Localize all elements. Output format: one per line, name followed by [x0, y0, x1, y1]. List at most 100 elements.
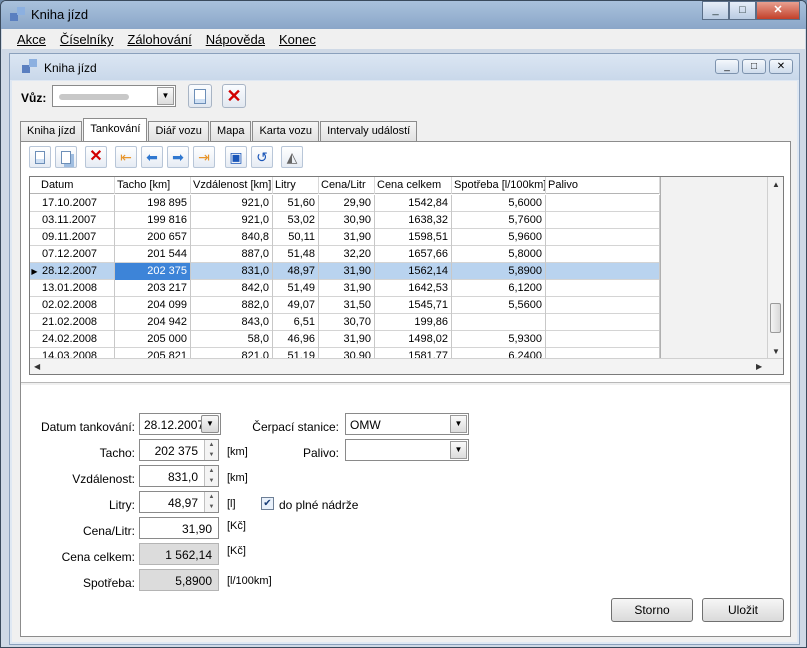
child-restore-button[interactable]: □: [742, 59, 766, 74]
table-cell[interactable]: 31,90: [319, 331, 375, 348]
table-cell[interactable]: 5,6000: [452, 195, 546, 212]
table-cell[interactable]: 201 544: [115, 246, 191, 263]
tab-mapa[interactable]: Mapa: [209, 121, 252, 142]
chevron-down-icon[interactable]: ▼: [450, 415, 467, 433]
table-cell[interactable]: 21.02.2008: [39, 314, 115, 331]
cena-litr-field[interactable]: 31,90: [139, 517, 219, 539]
tab-tankovani[interactable]: Tankování: [83, 118, 148, 142]
table-row[interactable]: 24.02.2008 205 000 58,0 46,96 31,90 1498,02 5,…: [30, 331, 660, 348]
table-cell[interactable]: 843,0: [191, 314, 273, 331]
col-tacho[interactable]: Tacho [km]: [115, 177, 191, 194]
table-cell[interactable]: 1657,66: [375, 246, 452, 263]
prev-record-button[interactable]: ⬅: [141, 146, 163, 168]
copy-record-button[interactable]: [55, 146, 77, 168]
child-minimize-button[interactable]: _: [715, 59, 739, 74]
tacho-spinner[interactable]: ▲ ▼: [204, 440, 218, 460]
table-cell[interactable]: [546, 246, 660, 263]
table-row[interactable]: 09.11.2007 200 657 840,8 50,11 31,90 1598,51 5…: [30, 229, 660, 246]
col-vzdalenost[interactable]: Vzdálenost [km]: [191, 177, 273, 194]
table-cell[interactable]: 203 217: [115, 280, 191, 297]
menu-ciselniky[interactable]: Číselníky: [53, 29, 120, 49]
table-cell[interactable]: 1638,32: [375, 212, 452, 229]
litry-spinner[interactable]: ▲ ▼: [204, 492, 218, 512]
scroll-right-icon[interactable]: ▶: [756, 362, 762, 371]
table-cell[interactable]: 30,70: [319, 314, 375, 331]
table-cell[interactable]: 204 942: [115, 314, 191, 331]
table-row[interactable]: 21.02.2008 204 942 843,0 6,51 30,70 199,86: [30, 314, 660, 331]
first-record-button[interactable]: ⇤: [115, 146, 137, 168]
calendar-dropdown-icon[interactable]: ▼: [201, 415, 219, 433]
table-cell[interactable]: [546, 229, 660, 246]
table-cell[interactable]: 1642,53: [375, 280, 452, 297]
table-cell[interactable]: 1542,84: [375, 195, 452, 212]
table-cell[interactable]: 30,90: [319, 212, 375, 229]
table-cell[interactable]: 202 375: [115, 263, 191, 280]
new-record-button[interactable]: [29, 146, 51, 168]
erase-button[interactable]: ◭: [281, 146, 303, 168]
table-cell[interactable]: 07.12.2007: [39, 246, 115, 263]
table-cell[interactable]: 24.02.2008: [39, 331, 115, 348]
table-cell[interactable]: 1545,71: [375, 297, 452, 314]
table-row[interactable]: 03.11.2007 199 816 921,0 53,02 30,90 1638,32 5…: [30, 212, 660, 229]
vzdalenost-spinner[interactable]: ▲ ▼: [204, 466, 218, 486]
table-cell[interactable]: 29,90: [319, 195, 375, 212]
tacho-field[interactable]: 202 375 ▲ ▼: [139, 439, 219, 461]
undo-button[interactable]: ↺: [251, 146, 273, 168]
table-cell[interactable]: 1598,51: [375, 229, 452, 246]
table-cell[interactable]: 53,02: [273, 212, 319, 229]
table-row[interactable]: 07.12.2007 201 544 887,0 51,48 32,20 1657,66 5…: [30, 246, 660, 263]
table-cell[interactable]: 887,0: [191, 246, 273, 263]
col-litry[interactable]: Litry: [273, 177, 319, 194]
table-cell[interactable]: 51,49: [273, 280, 319, 297]
storno-button[interactable]: Storno: [611, 598, 693, 622]
last-record-button[interactable]: ⇥: [193, 146, 215, 168]
vuz-select[interactable]: ▼: [52, 85, 176, 107]
splitter[interactable]: [21, 382, 790, 386]
litry-field[interactable]: 48,97 ▲ ▼: [139, 491, 219, 513]
grid-horizontal-scrollbar[interactable]: ◀ ▶: [30, 358, 783, 374]
table-cell[interactable]: 51,48: [273, 246, 319, 263]
new-vuz-button[interactable]: [188, 84, 212, 108]
table-cell[interactable]: 921,0: [191, 195, 273, 212]
table-cell[interactable]: 58,0: [191, 331, 273, 348]
table-cell[interactable]: [546, 297, 660, 314]
menu-akce[interactable]: Akce: [10, 29, 53, 49]
table-cell[interactable]: 6,51: [273, 314, 319, 331]
table-cell[interactable]: 31,50: [319, 297, 375, 314]
table-cell[interactable]: 28.12.2007: [39, 263, 115, 280]
table-cell[interactable]: 198 895: [115, 195, 191, 212]
chevron-down-icon[interactable]: ▼: [157, 87, 174, 105]
table-cell[interactable]: 5,8000: [452, 246, 546, 263]
tankovani-grid[interactable]: Datum Tacho [km] Vzdálenost [km] Litry C…: [29, 176, 784, 375]
table-row[interactable]: ▶ 28.12.2007 202 375 831,0 48,97 31,90 1562,14…: [30, 263, 660, 280]
delete-vuz-button[interactable]: ✕: [222, 84, 246, 108]
scroll-down-icon[interactable]: ▼: [772, 347, 780, 356]
close-button[interactable]: ✕: [756, 1, 800, 20]
table-cell[interactable]: 921,0: [191, 212, 273, 229]
table-cell[interactable]: 46,96: [273, 331, 319, 348]
table-cell[interactable]: 5,9600: [452, 229, 546, 246]
table-cell[interactable]: [546, 314, 660, 331]
scroll-thumb[interactable]: [770, 303, 781, 333]
col-spotreba[interactable]: Spotřeba [l/100km]: [452, 177, 546, 194]
table-row[interactable]: 13.01.2008 203 217 842,0 51,49 31,90 1642,53 6…: [30, 280, 660, 297]
menu-zalohovani[interactable]: Zálohování: [120, 29, 198, 49]
table-row[interactable]: 02.02.2008 204 099 882,0 49,07 31,50 1545,71 5…: [30, 297, 660, 314]
tab-intervaly-udalosti[interactable]: Intervaly událostí: [320, 121, 418, 142]
table-cell[interactable]: 31,90: [319, 280, 375, 297]
palivo-select[interactable]: ▼: [345, 439, 469, 461]
table-cell[interactable]: 204 099: [115, 297, 191, 314]
tab-karta-vozu[interactable]: Karta vozu: [252, 121, 320, 142]
table-cell[interactable]: 5,7600: [452, 212, 546, 229]
table-cell[interactable]: 199 816: [115, 212, 191, 229]
table-cell[interactable]: [546, 195, 660, 212]
ulozit-button[interactable]: Uložit: [702, 598, 784, 622]
table-cell[interactable]: 50,11: [273, 229, 319, 246]
table-cell[interactable]: [452, 314, 546, 331]
table-cell[interactable]: 48,97: [273, 263, 319, 280]
chevron-down-icon[interactable]: ▼: [450, 441, 467, 459]
table-cell[interactable]: 17.10.2007: [39, 195, 115, 212]
table-cell[interactable]: 5,8900: [452, 263, 546, 280]
stanice-select[interactable]: OMW ▼: [345, 413, 469, 435]
menu-napoveda[interactable]: Nápověda: [199, 29, 272, 49]
